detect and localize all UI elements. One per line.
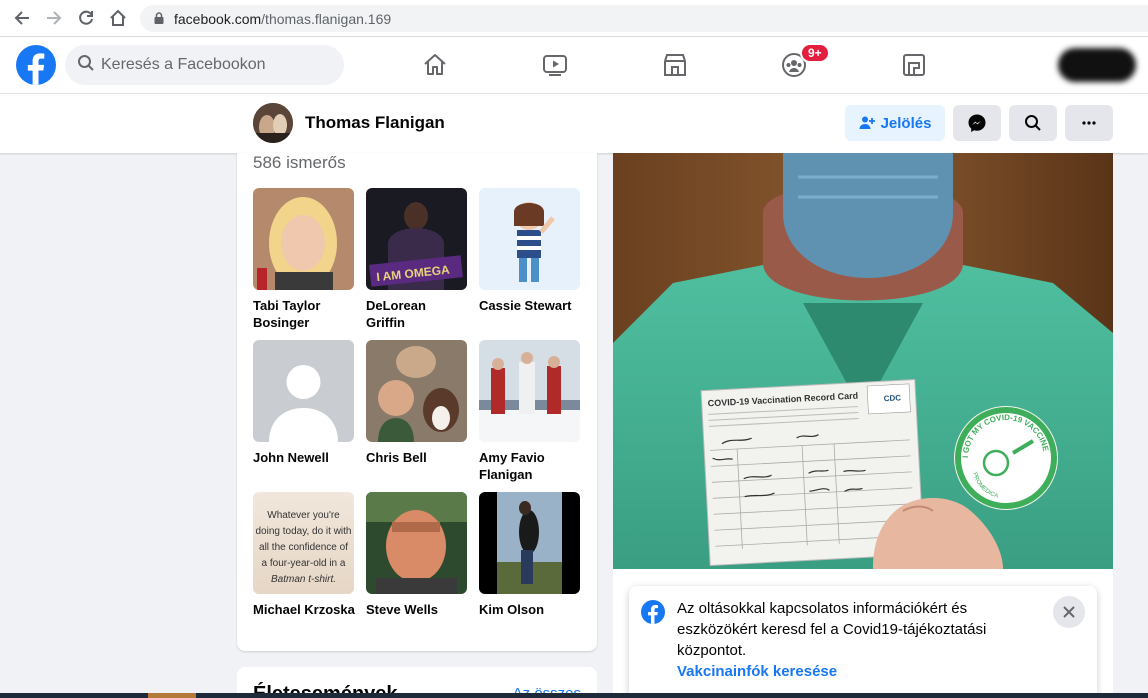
address-bar[interactable]: facebook.com/thomas.flanigan.169: [140, 5, 1148, 32]
friend-name[interactable]: Tabi Taylor Bosinger: [253, 297, 355, 331]
profile-sticky-bar: Thomas Flanigan Jelölés: [0, 94, 1148, 153]
quote-line: Whatever you're: [267, 510, 340, 521]
profile-search-button[interactable]: [1009, 105, 1057, 141]
friend-item[interactable]: Cassie Stewart: [479, 188, 581, 314]
close-icon: [1063, 606, 1075, 618]
facebook-search[interactable]: [65, 45, 344, 85]
search-icon: [77, 54, 95, 77]
messenger-icon: [968, 114, 986, 132]
profile-name[interactable]: Thomas Flanigan: [305, 113, 445, 133]
account-avatar-blurred[interactable]: [1058, 48, 1136, 82]
gaming-icon[interactable]: [898, 49, 930, 81]
facebook-top-nav: 9+: [0, 37, 1148, 94]
friend-photo[interactable]: I AM OMEGA: [366, 188, 467, 290]
watch-video-icon[interactable]: [539, 49, 571, 81]
marketplace-icon[interactable]: [659, 49, 691, 81]
friend-name[interactable]: Cassie Stewart: [479, 297, 581, 314]
friend-photo[interactable]: Whatever you're doing today, do it with …: [253, 492, 354, 594]
friend-item[interactable]: Tabi Taylor Bosinger: [253, 188, 355, 331]
friend-name[interactable]: Amy Favio Flanigan: [479, 449, 581, 483]
back-arrow-icon[interactable]: [6, 2, 38, 34]
quote-line: doing today, do it with: [256, 526, 352, 537]
friends-count[interactable]: 586 ismerős: [253, 153, 346, 173]
search-icon: [1025, 115, 1041, 131]
vaccine-info-link[interactable]: Vakcinainfók keresése: [677, 663, 837, 680]
friends-card: 586 ismerős Tabi Taylor Bosinger I AM OM…: [237, 153, 597, 651]
tag-button-label: Jelölés: [880, 114, 932, 132]
friend-item[interactable]: Steve Wells: [366, 492, 468, 618]
taskbar-edge: [0, 693, 1148, 698]
friend-item[interactable]: Chris Bell: [366, 340, 468, 466]
tag-button[interactable]: Jelölés: [845, 105, 945, 141]
cdc-label: CDC: [883, 393, 901, 403]
friend-photo[interactable]: [479, 188, 580, 290]
friend-item[interactable]: Amy Favio Flanigan: [479, 340, 581, 483]
quote-line: a four-year-old in a: [262, 558, 346, 569]
default-avatar-icon: [253, 340, 354, 442]
more-options-button[interactable]: [1065, 105, 1113, 141]
lock-icon: [154, 11, 164, 27]
url-domain: facebook.com: [174, 10, 262, 27]
quote-line: all the confidence of: [259, 542, 348, 553]
search-input[interactable]: [101, 56, 321, 74]
groups-notification-badge: 9+: [800, 43, 830, 63]
friend-name[interactable]: John Newell: [253, 449, 355, 466]
friend-photo[interactable]: [366, 340, 467, 442]
reload-icon[interactable]: [70, 2, 102, 34]
add-person-icon: [859, 116, 875, 129]
quote-line: Batman t-shirt.: [271, 574, 336, 585]
friend-item[interactable]: Kim Olson: [479, 492, 581, 618]
messenger-button[interactable]: [953, 105, 1001, 141]
ellipsis-icon: [1082, 121, 1096, 125]
url-path: /thomas.flanigan.169: [261, 10, 392, 27]
friend-item[interactable]: I AM OMEGA DeLorean Griffin: [366, 188, 468, 331]
friend-item[interactable]: Whatever you're doing today, do it with …: [253, 492, 355, 618]
home-nav-icon[interactable]: [419, 49, 451, 81]
browser-toolbar: facebook.com/thomas.flanigan.169: [0, 0, 1148, 37]
friend-name[interactable]: Steve Wells: [366, 601, 468, 618]
friend-photo[interactable]: [479, 340, 580, 442]
friend-photo[interactable]: [366, 492, 467, 594]
close-button[interactable]: [1053, 596, 1085, 628]
friend-photo[interactable]: [479, 492, 580, 594]
friend-name[interactable]: Chris Bell: [366, 449, 468, 466]
taskbar-accent: [148, 693, 196, 698]
home-icon[interactable]: [102, 2, 134, 34]
friend-photo[interactable]: [253, 188, 354, 290]
friend-photo-placeholder[interactable]: [253, 340, 354, 442]
friend-item[interactable]: John Newell: [253, 340, 355, 466]
post-photo[interactable]: COVID-19 Vaccination Record Card CDC I G…: [613, 153, 1113, 569]
covid-info-text: Az oltásokkal kapcsolatos információkért…: [677, 600, 987, 659]
forward-arrow-icon[interactable]: [38, 2, 70, 34]
covid-info-notice: Az oltásokkal kapcsolatos információkért…: [629, 586, 1097, 698]
facebook-logo-icon: [641, 600, 665, 624]
friend-name[interactable]: DeLorean Griffin: [366, 297, 468, 331]
friend-name[interactable]: Kim Olson: [479, 601, 581, 618]
facebook-logo-icon[interactable]: [16, 45, 56, 85]
profile-avatar[interactable]: [253, 103, 293, 143]
friend-name[interactable]: Michael Krzoska: [253, 601, 355, 618]
